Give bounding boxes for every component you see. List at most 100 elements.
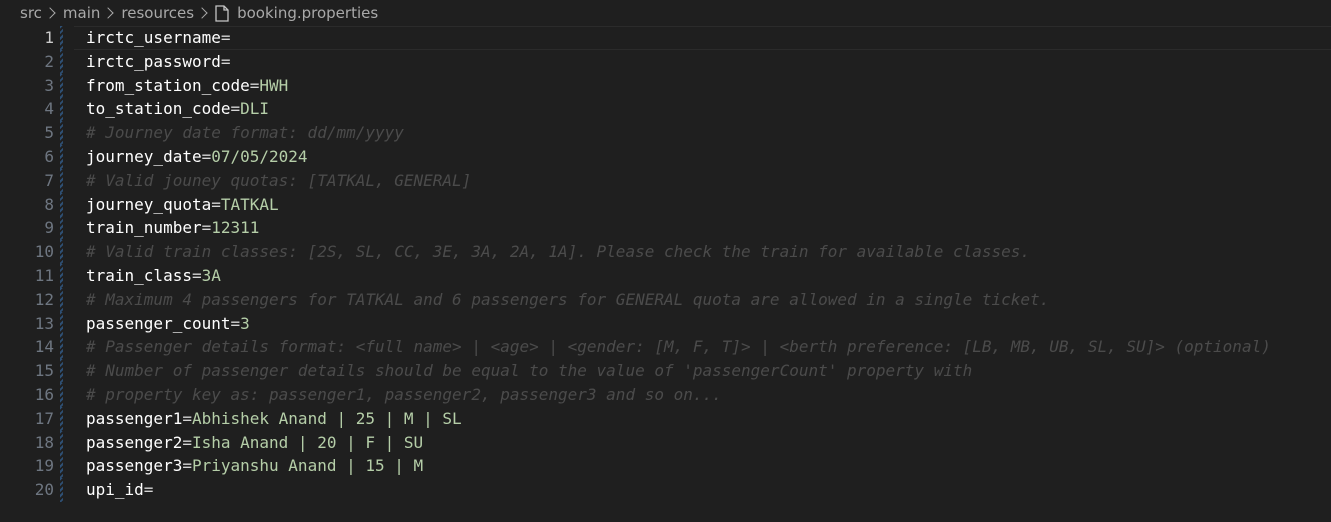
comment-text: # Valid jouney quotas: [TATKAL, GENERAL] bbox=[86, 170, 472, 190]
line-content: # property key as: passenger1, passenger… bbox=[86, 383, 722, 407]
code-line[interactable]: 11 train_class=3A bbox=[0, 263, 1331, 288]
code-line[interactable]: 19 passenger3=Priyanshu Anand | 15 | M bbox=[0, 454, 1331, 479]
line-content: from_station_code=HWH bbox=[86, 74, 288, 98]
comment-text: # Valid train classes: [2S, SL, CC, 3E, … bbox=[86, 242, 1031, 262]
property-key: journey_quota bbox=[86, 194, 212, 214]
equals-sign: = bbox=[230, 313, 241, 333]
git-gutter-added-indicator[interactable] bbox=[60, 121, 63, 145]
line-number: 15 bbox=[34, 361, 54, 381]
git-gutter-added-indicator[interactable] bbox=[60, 192, 63, 217]
code-line[interactable]: 18 passenger2=Isha Anand | 20 | F | SU bbox=[0, 430, 1331, 455]
git-gutter-added-indicator[interactable] bbox=[60, 478, 63, 502]
code-editor[interactable]: 1 irctc_username= 2 irctc_password= 3 from_st… bbox=[0, 26, 1331, 522]
line-content: # Number of passenger details should be … bbox=[86, 359, 972, 383]
comment-text: # Journey date format: dd/mm/yyyy bbox=[86, 123, 404, 143]
line-content: upi_id= bbox=[86, 478, 153, 502]
git-gutter-added-indicator[interactable] bbox=[60, 335, 63, 360]
git-gutter-added-indicator[interactable] bbox=[60, 311, 63, 336]
chevron-right-icon bbox=[44, 7, 56, 19]
equals-sign: = bbox=[143, 480, 154, 500]
git-gutter-added-indicator[interactable] bbox=[60, 382, 63, 407]
line-content: # Maximum 4 passengers for TATKAL and 6 … bbox=[86, 288, 1049, 312]
chevron-right-icon bbox=[196, 7, 208, 19]
git-gutter-added-indicator[interactable] bbox=[60, 240, 63, 264]
equals-sign: = bbox=[220, 51, 231, 71]
git-gutter-added-indicator[interactable] bbox=[60, 26, 63, 50]
line-content: passenger1=Abhishek Anand | 25 | M | SL bbox=[86, 407, 462, 431]
comment-text: # Passenger details format: <full name> … bbox=[86, 337, 1271, 357]
property-key: train_number bbox=[86, 218, 202, 238]
line-number: 12 bbox=[34, 289, 54, 309]
line-content: # Journey date format: dd/mm/yyyy bbox=[86, 121, 404, 145]
property-value: 12311 bbox=[211, 218, 260, 238]
line-content: journey_quota=TATKAL bbox=[86, 193, 279, 217]
code-line[interactable]: 17 passenger1=Abhishek Anand | 25 | M | S… bbox=[0, 406, 1331, 431]
property-value: Isha Anand | 20 | F | SU bbox=[191, 432, 424, 452]
git-gutter-added-indicator[interactable] bbox=[60, 287, 63, 312]
git-gutter-added-indicator[interactable] bbox=[60, 144, 63, 169]
line-content: journey_date=07/05/2024 bbox=[86, 145, 308, 169]
git-gutter-added-indicator[interactable] bbox=[60, 430, 63, 455]
property-value: Priyanshu Anand | 15 | M bbox=[191, 456, 424, 476]
code-line[interactable]: 9 train_number=12311 bbox=[0, 216, 1331, 241]
property-key: passenger_count bbox=[86, 313, 231, 333]
breadcrumb-item-main[interactable]: main bbox=[63, 4, 100, 22]
code-line[interactable]: 7 # Valid jouney quotas: [TATKAL, GENERAL… bbox=[0, 168, 1331, 193]
line-content: # Valid train classes: [2S, SL, CC, 3E, … bbox=[86, 240, 1030, 264]
equals-sign: = bbox=[201, 146, 212, 166]
code-line[interactable]: 16 # property key as: passenger1, passeng… bbox=[0, 382, 1331, 407]
property-key: train_class bbox=[86, 265, 192, 285]
equals-sign: = bbox=[191, 265, 202, 285]
line-number: 17 bbox=[34, 408, 54, 428]
line-content: to_station_code=DLI bbox=[86, 97, 269, 121]
code-line[interactable]: 4 to_station_code=DLI bbox=[0, 97, 1331, 122]
line-content: irctc_password= bbox=[86, 50, 231, 74]
equals-sign: = bbox=[182, 456, 192, 476]
line-number: 8 bbox=[44, 194, 54, 214]
code-line[interactable]: 6 journey_date=07/05/2024 bbox=[0, 144, 1331, 169]
code-line[interactable]: 3 from_station_code=HWH bbox=[0, 73, 1331, 98]
code-line[interactable]: 1 irctc_username= bbox=[0, 26, 1331, 50]
line-number: 11 bbox=[34, 265, 54, 285]
git-gutter-added-indicator[interactable] bbox=[60, 359, 63, 383]
code-line[interactable]: 2 irctc_password= bbox=[0, 49, 1331, 74]
property-value: TATKAL bbox=[220, 194, 279, 214]
property-value: 3A bbox=[201, 265, 221, 285]
equals-sign: = bbox=[182, 408, 192, 428]
code-line[interactable]: 14 # Passenger details format: <full name… bbox=[0, 335, 1331, 360]
equals-sign: = bbox=[220, 28, 231, 47]
equals-sign: = bbox=[230, 99, 241, 119]
property-value: 07/05/2024 bbox=[211, 146, 308, 166]
line-content: train_number=12311 bbox=[86, 216, 259, 240]
code-line[interactable]: 15 # Number of passenger details should b… bbox=[0, 359, 1331, 383]
property-value: DLI bbox=[240, 99, 270, 119]
file-icon bbox=[215, 4, 229, 22]
git-gutter-added-indicator[interactable] bbox=[60, 216, 63, 241]
git-gutter-added-indicator[interactable] bbox=[60, 49, 63, 74]
code-line[interactable]: 12 # Maximum 4 passengers for TATKAL and … bbox=[0, 287, 1331, 312]
git-gutter-added-indicator[interactable] bbox=[60, 168, 63, 193]
git-gutter-added-indicator[interactable] bbox=[60, 263, 63, 288]
git-gutter-added-indicator[interactable] bbox=[60, 406, 63, 431]
git-gutter-added-indicator[interactable] bbox=[60, 73, 63, 98]
line-number: 1 bbox=[44, 28, 54, 47]
line-content: irctc_username= bbox=[86, 26, 231, 50]
git-gutter-added-indicator[interactable] bbox=[60, 97, 63, 122]
equals-sign: = bbox=[201, 218, 212, 238]
property-value: HWH bbox=[259, 75, 289, 95]
chevron-right-icon bbox=[102, 7, 115, 19]
code-line[interactable]: 8 journey_quota=TATKAL bbox=[0, 192, 1331, 217]
code-line[interactable]: 20 upi_id= bbox=[0, 478, 1331, 502]
code-line[interactable]: 13 passenger_count=3 bbox=[0, 311, 1331, 336]
breadcrumb: src main resources booking.properties bbox=[0, 0, 1331, 26]
breadcrumb-file-name[interactable]: booking.properties bbox=[237, 4, 378, 22]
git-gutter-added-indicator[interactable] bbox=[60, 454, 63, 479]
line-number: 2 bbox=[44, 51, 54, 71]
comment-text: # Number of passenger details should be … bbox=[86, 361, 973, 381]
code-line[interactable]: 5 # Journey date format: dd/mm/yyyy bbox=[0, 121, 1331, 145]
breadcrumb-item-resources[interactable]: resources bbox=[121, 4, 194, 22]
breadcrumb-item-src[interactable]: src bbox=[20, 4, 42, 22]
code-line[interactable]: 10 # Valid train classes: [2S, SL, CC, 3E… bbox=[0, 240, 1331, 264]
line-number: 5 bbox=[44, 123, 54, 143]
line-number: 3 bbox=[44, 75, 54, 95]
